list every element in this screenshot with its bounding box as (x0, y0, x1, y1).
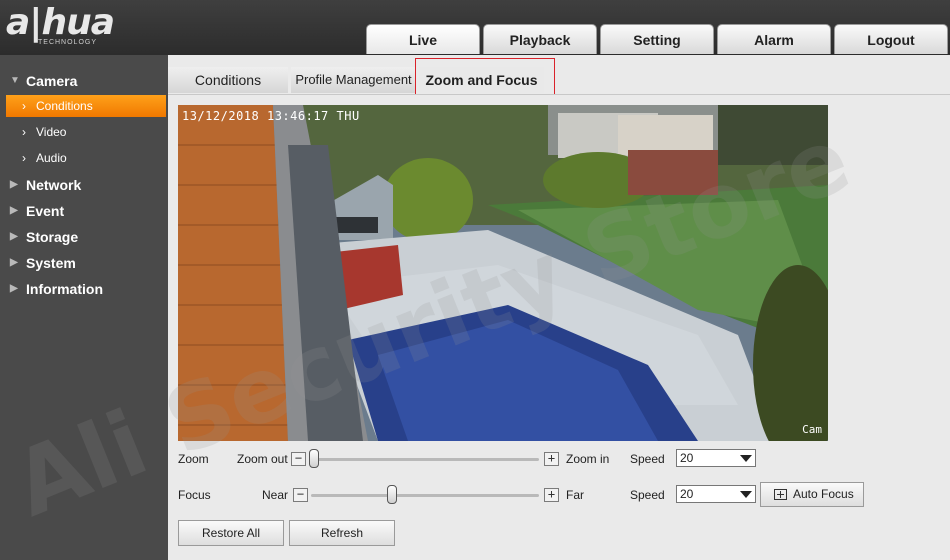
zoom-in-label: Zoom in (566, 452, 610, 466)
dahua-logo: a|hua TECHNOLOGY (6, 2, 115, 47)
tab-live[interactable]: Live (366, 24, 480, 54)
tab-divider (168, 94, 950, 95)
zoom-slider-thumb[interactable] (309, 449, 319, 468)
sidebar-group-storage[interactable]: ▶ Storage (0, 226, 168, 248)
zoom-out-button[interactable]: − (291, 452, 306, 466)
triangle-right-icon: ▶ (10, 205, 18, 216)
sidebar-group-label: Camera (26, 73, 78, 89)
focus-speed-select[interactable]: 20 (676, 485, 756, 503)
triangle-down-icon: ▼ (10, 75, 20, 86)
sub-tab-bar: Conditions Profile Management Zoom and F… (168, 67, 950, 95)
osd-channel-name: Cam (802, 423, 822, 436)
tab-logout[interactable]: Logout (834, 24, 948, 54)
focus-far-button[interactable]: + (544, 488, 559, 502)
zoom-out-label: Zoom out (237, 452, 288, 466)
dropdown-arrow-icon (740, 491, 752, 498)
zoom-speed-label: Speed (630, 452, 665, 466)
focus-near-button[interactable]: − (293, 488, 308, 502)
sidebar-group-network[interactable]: ▶ Network (0, 174, 168, 196)
focus-control-row: Focus Near − + Far Speed 20 Auto Focus (178, 482, 948, 507)
refresh-button[interactable]: Refresh (289, 520, 395, 546)
tab-setting[interactable]: Setting (600, 24, 714, 54)
logo-wordmark: a|hua (6, 2, 115, 43)
zoom-control-row: Zoom Zoom out − + Zoom in Speed 20 (178, 447, 948, 471)
sidebar-group-event[interactable]: ▶ Event (0, 200, 168, 222)
sidebar: ▼ Camera › Conditions › Video › Audio ▶ … (0, 55, 168, 560)
triangle-right-icon: ▶ (10, 257, 18, 268)
camera-scene-image (178, 105, 828, 441)
tab-playback[interactable]: Playback (483, 24, 597, 54)
focus-slider-thumb[interactable] (387, 485, 398, 504)
sidebar-group-system[interactable]: ▶ System (0, 252, 168, 274)
sidebar-item-video[interactable]: › Video (6, 121, 166, 143)
tab-zoom-and-focus[interactable]: Zoom and Focus (419, 67, 544, 93)
tab-alarm[interactable]: Alarm (717, 24, 831, 54)
sidebar-group-label: Network (26, 177, 82, 193)
dropdown-arrow-icon (740, 455, 752, 462)
zoom-slider-track[interactable] (309, 458, 539, 461)
chevron-right-icon: › (22, 99, 26, 113)
sidebar-group-information[interactable]: ▶ Information (0, 278, 168, 300)
sidebar-group-label: Information (26, 281, 103, 297)
focus-label: Focus (178, 488, 211, 502)
auto-focus-button[interactable]: Auto Focus (760, 482, 864, 507)
auto-focus-icon (774, 489, 787, 500)
focus-far-label: Far (566, 488, 584, 502)
zoom-label: Zoom (178, 452, 209, 466)
zoom-in-button[interactable]: + (544, 452, 559, 466)
sidebar-item-label: Video (36, 125, 67, 139)
chevron-right-icon: › (22, 125, 26, 139)
tab-conditions[interactable]: Conditions (168, 67, 288, 93)
sidebar-group-label: Storage (26, 229, 79, 245)
focus-speed-label: Speed (630, 488, 665, 502)
focus-speed-value: 20 (680, 487, 694, 501)
logo-subtitle: TECHNOLOGY (38, 39, 98, 46)
triangle-right-icon: ▶ (10, 231, 18, 242)
top-header: a|hua TECHNOLOGY Live Playback Setting A… (0, 0, 950, 55)
sidebar-group-label: System (26, 255, 76, 271)
sidebar-item-label: Audio (36, 151, 67, 165)
triangle-right-icon: ▶ (10, 179, 18, 190)
tab-profile-management[interactable]: Profile Management (291, 67, 416, 93)
live-video-view[interactable]: 13/12/2018 13:46:17 THU Cam (178, 105, 828, 441)
auto-focus-label: Auto Focus (793, 487, 854, 501)
content-panel: Conditions Profile Management Zoom and F… (168, 55, 950, 560)
chevron-right-icon: › (22, 151, 26, 165)
sidebar-item-label: Conditions (36, 99, 93, 113)
focus-near-label: Near (262, 488, 289, 502)
zoom-speed-value: 20 (680, 451, 694, 465)
restore-all-button[interactable]: Restore All (178, 520, 284, 546)
osd-timestamp: 13/12/2018 13:46:17 THU (182, 109, 360, 123)
sidebar-item-conditions[interactable]: › Conditions (6, 95, 166, 117)
zoom-speed-select[interactable]: 20 (676, 449, 756, 467)
sidebar-item-audio[interactable]: › Audio (6, 147, 166, 169)
sidebar-group-camera[interactable]: ▼ Camera (0, 70, 168, 92)
sidebar-group-label: Event (26, 203, 65, 219)
triangle-right-icon: ▶ (10, 283, 18, 294)
focus-slider-track[interactable] (311, 494, 539, 497)
